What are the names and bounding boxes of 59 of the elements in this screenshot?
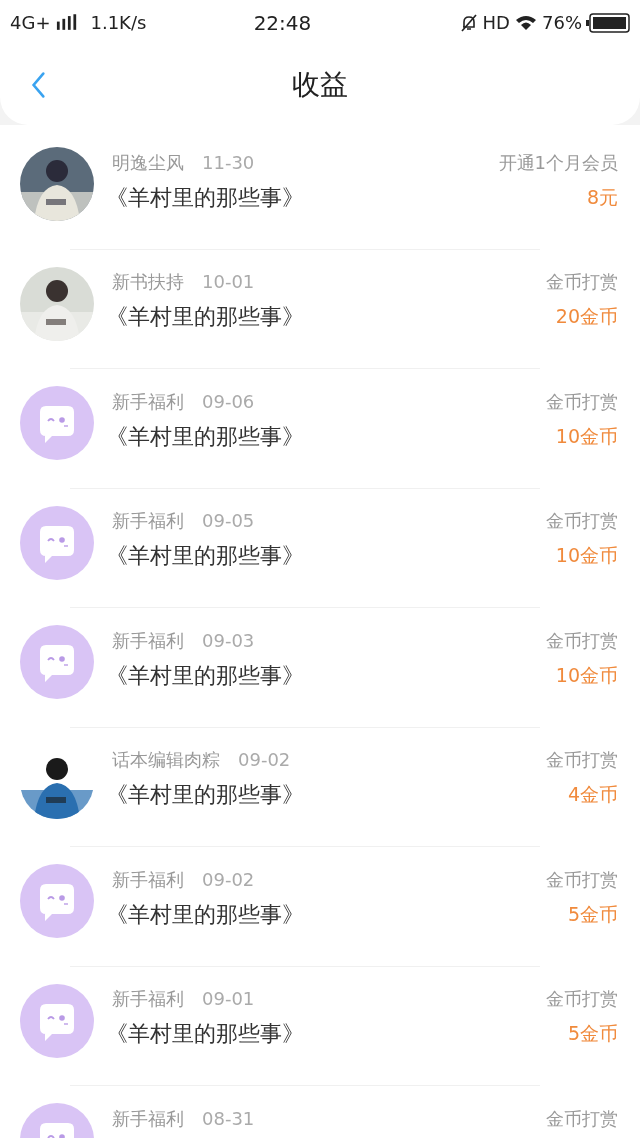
income-type: 开通1个月会员 [498, 150, 618, 175]
book-title: 《羊村里的那些事》 [106, 542, 304, 570]
source-name: 新手福利 [112, 509, 184, 533]
income-type: 金币打赏 [546, 628, 618, 653]
source-name: 新手福利 [112, 389, 184, 414]
income-type: 金币打赏 [546, 389, 618, 414]
chat-bubble-avatar-icon [20, 625, 94, 699]
record-date: 09-01 [202, 987, 255, 1011]
bell-muted-icon [458, 12, 479, 33]
source-name: 新手福利 [112, 867, 184, 892]
income-type: 金币打赏 [546, 270, 618, 294]
book-title: 《羊村里的那些事》 [106, 900, 304, 929]
network-type: 4G+ [10, 11, 51, 35]
record-date: 10-01 [202, 270, 255, 294]
income-amount: 10金币 [555, 543, 618, 569]
clock: 22:48 [253, 9, 312, 37]
source-name: 新手福利 [112, 628, 184, 653]
income-type: 金币打赏 [546, 987, 618, 1011]
battery-icon [586, 12, 630, 33]
chat-bubble-avatar-icon [20, 386, 94, 460]
page-title: 收益 [292, 67, 348, 103]
income-amount: 10金币 [555, 423, 618, 449]
income-amount: 5金币 [567, 1021, 618, 1047]
income-amount: 4金币 [567, 782, 618, 808]
wifi-icon [514, 13, 538, 32]
income-type: 金币打赏 [546, 748, 618, 772]
book-title: 《羊村里的那些事》 [106, 1020, 304, 1048]
record-date: 11-30 [202, 150, 255, 175]
income-amount: 5金币 [567, 901, 618, 927]
hd-indicator: HD [482, 11, 510, 35]
book-title: 《羊村里的那些事》 [106, 781, 304, 809]
record-date: 08-31 [202, 1106, 255, 1131]
record-date: 09-02 [202, 867, 255, 892]
source-name: 新手福利 [112, 987, 184, 1011]
income-type: 金币打赏 [546, 867, 618, 892]
income-amount: 8元 [586, 184, 618, 210]
source-name: 话本编辑肉粽 [112, 748, 220, 772]
source-name: 明逸尘风 [112, 150, 184, 175]
income-type: 金币打赏 [546, 1106, 618, 1131]
chat-bubble-avatar-icon [20, 505, 94, 580]
record-date: 09-03 [202, 628, 255, 653]
network-speed: 1.1K/s [90, 11, 147, 35]
book-title: 《羊村里的那些事》 [106, 422, 304, 451]
book-title: 《羊村里的那些事》 [106, 183, 304, 212]
source-name: 新手福利 [112, 1106, 184, 1131]
back-icon [31, 71, 45, 99]
record-date: 09-02 [238, 748, 291, 772]
record-date: 09-06 [202, 389, 255, 414]
income-amount: 10金币 [555, 662, 618, 688]
record-date: 09-05 [202, 509, 255, 533]
source-name: 新书扶持 [112, 270, 184, 294]
book-title: 《羊村里的那些事》 [106, 303, 304, 331]
chat-bubble-avatar-icon [20, 983, 94, 1058]
book-title: 《羊村里的那些事》 [106, 661, 304, 690]
battery-percent: 76% [542, 11, 582, 35]
chat-bubble-avatar-icon [20, 864, 94, 938]
income-amount: 20金币 [555, 304, 618, 330]
income-type: 金币打赏 [546, 509, 618, 533]
signal-icon [56, 14, 79, 31]
